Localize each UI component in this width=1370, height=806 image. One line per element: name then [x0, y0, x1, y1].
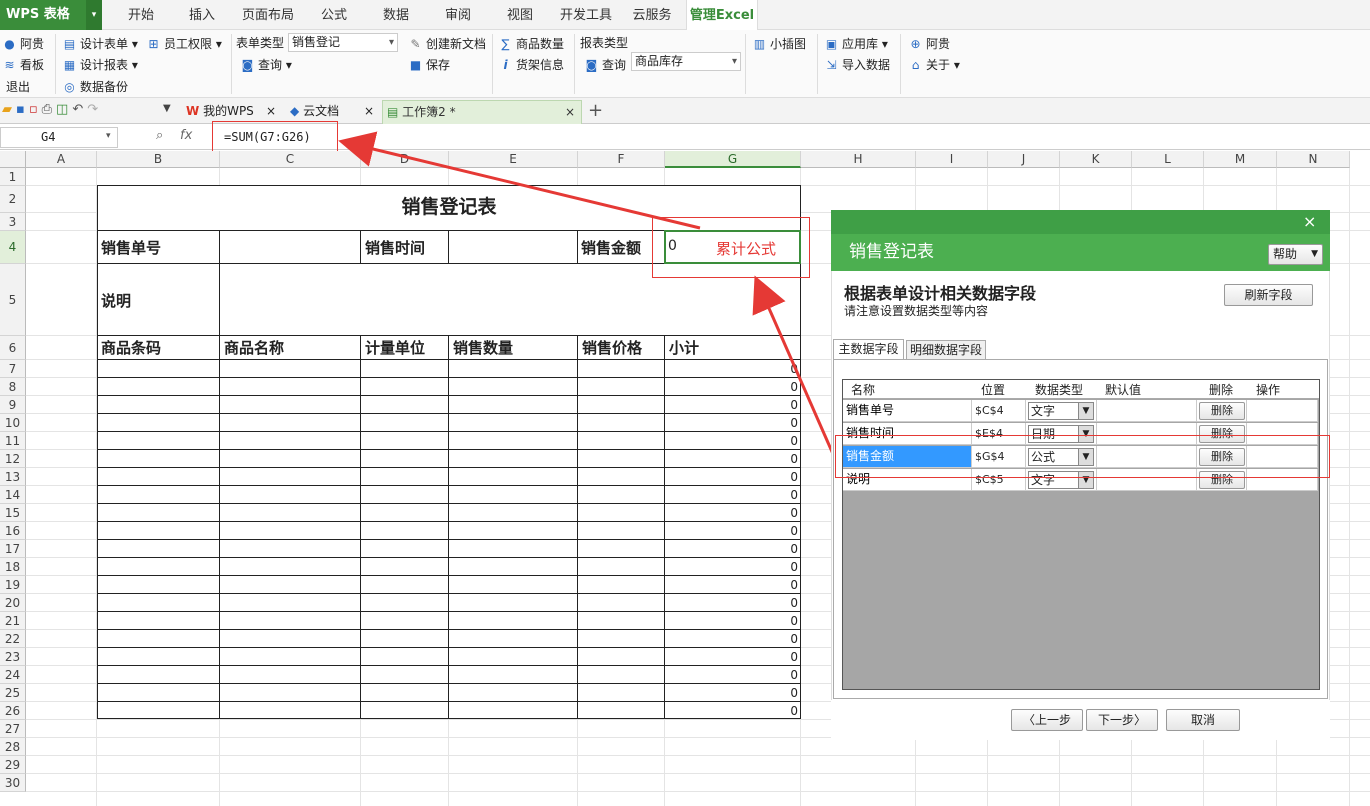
grid-header: 删除 [1209, 383, 1234, 397]
field-type-value: 文字 [1031, 404, 1056, 418]
chevron-left-icon: 〈 [1022, 713, 1035, 727]
field-position-cell[interactable]: $C$4 [972, 400, 1026, 422]
field-type-select[interactable]: 文字 ▼ [1028, 402, 1094, 420]
next-step-button[interactable]: 下一步〉 [1086, 709, 1158, 731]
arrow-to-formula [338, 131, 701, 230]
field-type-cell: 文字 ▼ [1026, 400, 1097, 422]
help-dropdown[interactable]: 帮助 ▼ [1268, 244, 1323, 265]
dialog-subheading: 请注意设置数据类型等内容 [844, 304, 989, 318]
chevron-right-icon: 〉 [1134, 713, 1147, 727]
grid-header: 操作 [1256, 383, 1281, 397]
cancel-button[interactable]: 取消 [1166, 709, 1240, 731]
dialog-titlebar [831, 210, 1330, 234]
grid-header: 默认值 [1105, 383, 1142, 397]
delete-field-button[interactable]: 删除 [1199, 402, 1245, 420]
field-default-cell[interactable] [1097, 400, 1197, 422]
field-action-cell[interactable] [1247, 400, 1318, 422]
grid-header: 位置 [981, 383, 1006, 397]
grid-header: 数据类型 [1035, 383, 1084, 397]
chevron-down-icon: ▼ [1311, 249, 1318, 259]
field-delete-cell: 删除 [1197, 400, 1247, 422]
close-icon[interactable]: × [1303, 212, 1316, 231]
tab-detail-fields[interactable]: 明细数据字段 [906, 340, 986, 360]
prev-step-button[interactable]: 〈上一步 [1011, 709, 1083, 731]
dialog-title: 销售登记表 [831, 234, 1330, 271]
annotation-box-row [835, 435, 1330, 478]
tab-main-fields[interactable]: 主数据字段 [833, 339, 904, 360]
arrow-to-cell [752, 275, 835, 455]
field-name-cell[interactable]: 销售单号 [843, 400, 972, 422]
dialog-heading: 根据表单设计相关数据字段 [844, 284, 1037, 303]
grid-header: 名称 [851, 383, 876, 397]
refresh-fields-button[interactable]: 刷新字段 [1224, 284, 1313, 306]
chevron-down-icon: ▼ [1078, 403, 1093, 419]
